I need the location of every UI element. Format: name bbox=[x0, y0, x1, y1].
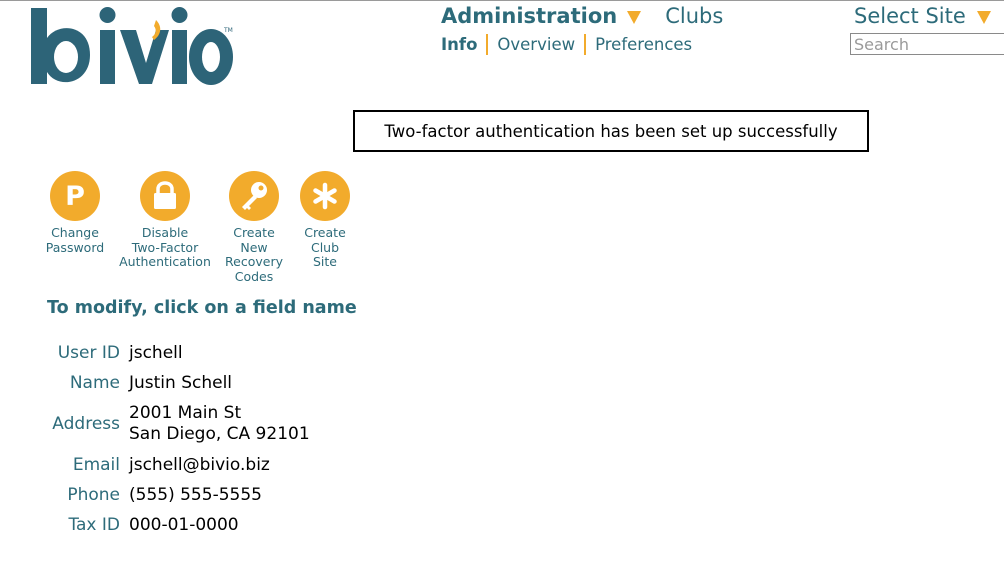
field-label-name[interactable]: Name bbox=[70, 373, 120, 393]
trademark-mark: TM bbox=[223, 27, 233, 34]
select-site-label[interactable]: Select Site bbox=[854, 4, 966, 28]
status-message: Two-factor authentication has been set u… bbox=[353, 110, 869, 152]
section-title: To modify, click on a field name bbox=[47, 298, 357, 318]
field-value-email: jschell@bivio.biz bbox=[129, 455, 270, 475]
create-club-site-button[interactable]: Create Club Site bbox=[298, 171, 352, 270]
select-site-menu[interactable]: Select Site bbox=[854, 3, 991, 29]
field-value-phone: (555) 555-5555 bbox=[129, 485, 262, 505]
subnav-divider bbox=[584, 33, 587, 55]
sub-nav: Info Overview Preferences bbox=[441, 33, 692, 55]
disable-two-factor-label: Disable Two-Factor Authentication bbox=[119, 225, 211, 270]
select-site-caret-icon[interactable] bbox=[976, 10, 991, 24]
disable-two-factor-button[interactable]: Disable Two-Factor Authentication bbox=[118, 171, 212, 270]
field-value-user-id: jschell bbox=[129, 343, 183, 363]
svg-text:P: P bbox=[65, 181, 85, 212]
field-value-tax-id: 000-01-0000 bbox=[129, 515, 239, 535]
search-input[interactable] bbox=[850, 33, 1004, 55]
subnav-divider bbox=[486, 33, 489, 55]
field-value-address-line1: 2001 Main St bbox=[129, 403, 242, 423]
create-recovery-codes-button[interactable]: Create New Recovery Codes bbox=[222, 171, 286, 284]
p-icon: P bbox=[50, 171, 100, 221]
bivio-logo[interactable]: TM bbox=[28, 0, 238, 95]
asterisk-icon bbox=[300, 171, 350, 221]
subnav-preferences[interactable]: Preferences bbox=[595, 35, 692, 54]
nav-clubs[interactable]: Clubs bbox=[665, 4, 723, 28]
change-password-label: Change Password bbox=[45, 225, 105, 255]
create-recovery-codes-label: Create New Recovery Codes bbox=[225, 225, 283, 284]
subnav-info[interactable]: Info bbox=[441, 35, 477, 54]
field-label-address[interactable]: Address bbox=[52, 414, 120, 434]
field-label-email[interactable]: Email bbox=[73, 455, 120, 475]
administration-dropdown-caret-icon[interactable] bbox=[627, 10, 642, 24]
nav-administration[interactable]: Administration bbox=[441, 4, 617, 28]
field-value-name: Justin Schell bbox=[129, 373, 233, 393]
field-label-phone[interactable]: Phone bbox=[67, 485, 120, 505]
create-club-site-label: Create Club Site bbox=[304, 225, 346, 270]
change-password-button[interactable]: P Change Password bbox=[45, 171, 105, 255]
field-value-address-line2: San Diego, CA 92101 bbox=[129, 424, 310, 444]
field-label-tax-id[interactable]: Tax ID bbox=[68, 515, 120, 535]
subnav-overview[interactable]: Overview bbox=[497, 35, 575, 54]
lock-icon bbox=[140, 171, 190, 221]
main-nav: Administration Clubs bbox=[441, 3, 723, 29]
key-icon bbox=[229, 171, 279, 221]
field-label-user-id[interactable]: User ID bbox=[58, 343, 120, 363]
